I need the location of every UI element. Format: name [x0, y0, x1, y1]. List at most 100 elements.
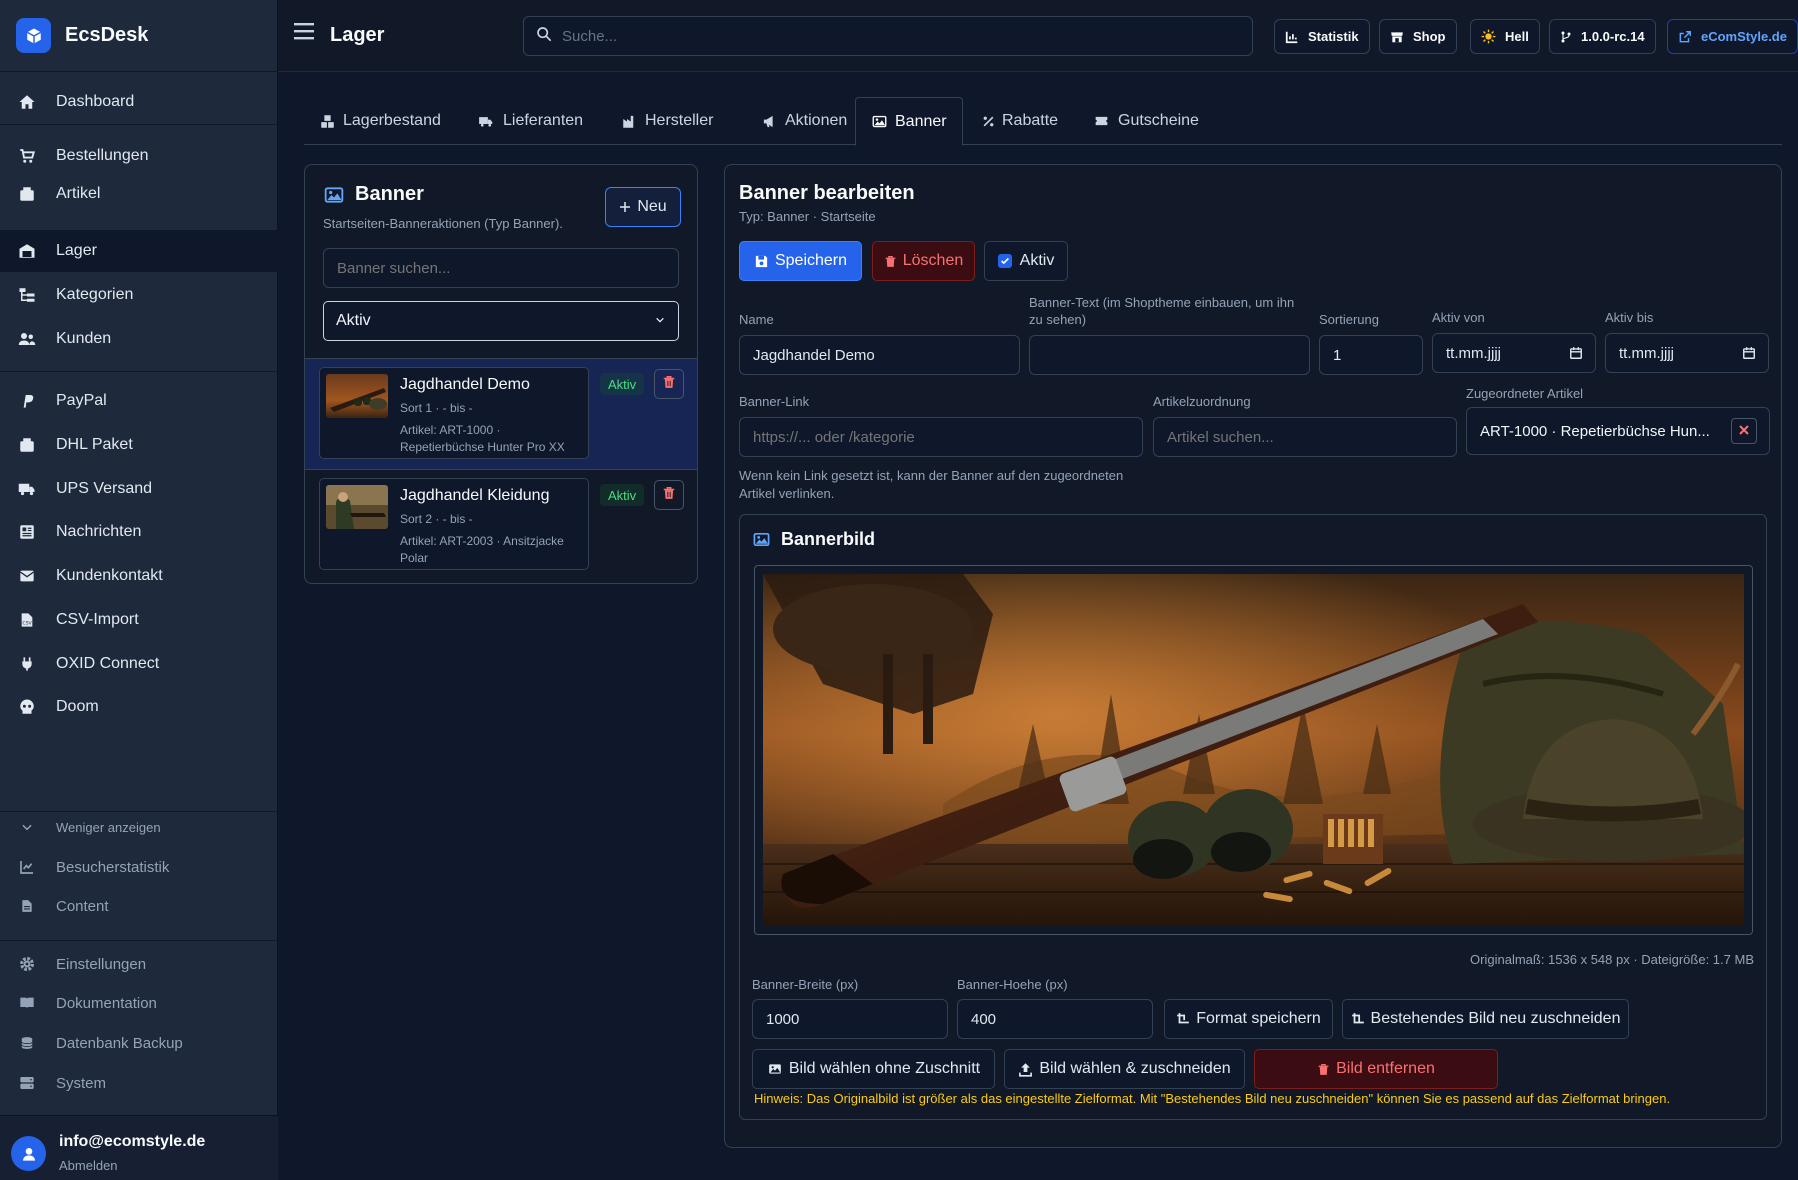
tab-banner[interactable]: Banner — [855, 97, 963, 146]
file-icon — [17, 896, 37, 916]
tab-lieferanten[interactable]: Lieferanten — [461, 97, 598, 145]
banner-text-field[interactable] — [1029, 335, 1310, 375]
shop-button[interactable]: Shop — [1379, 19, 1457, 54]
link-hint: Wenn kein Link gesetzt ist, kann der Ban… — [739, 468, 1124, 501]
calendar-icon[interactable] — [1569, 346, 1583, 364]
sidebar-item-artikel[interactable]: Artikel — [0, 173, 278, 215]
choose-image-crop-button[interactable]: Bild wählen & zuschneiden — [1004, 1049, 1245, 1089]
list-item[interactable]: Jagdhandel Kleidung Sort 2 · - bis - Art… — [305, 470, 697, 580]
banner-link-input[interactable] — [739, 417, 1143, 457]
sidebar-item-kunden[interactable]: Kunden — [0, 318, 278, 360]
sidebar-item-lager[interactable]: Lager — [0, 230, 278, 272]
csv-file-icon: CSV — [17, 610, 37, 630]
sidebar-item-oxid-connect[interactable]: OXID Connect — [0, 643, 278, 685]
avatar[interactable] — [11, 1136, 46, 1171]
tab-aktionen[interactable]: Aktionen — [746, 97, 862, 145]
sidebar-item-ups-versand[interactable]: UPS Versand — [0, 468, 278, 510]
toggle-more-button[interactable]: Weniger anzeigen — [0, 806, 278, 848]
hamburger-menu-icon[interactable] — [294, 22, 316, 44]
sidebar-item-besucherstatistik[interactable]: Besucherstatistik — [0, 846, 278, 888]
megaphone-icon — [761, 114, 778, 129]
sidebar-item-dhl-paket[interactable]: DHL Paket — [0, 424, 278, 466]
tab-rabatte[interactable]: Rabatte — [967, 97, 1073, 145]
version-button[interactable]: 1.0.0-rc.14 — [1549, 19, 1656, 54]
statistik-button[interactable]: Statistik — [1274, 19, 1370, 54]
sidebar-item-doom[interactable]: Doom — [0, 686, 278, 728]
sidebar-item-nachrichten[interactable]: Nachrichten — [0, 511, 278, 553]
sidebar-item-einstellungen[interactable]: Einstellungen — [0, 943, 278, 985]
banner-item-title: Jagdhandel Demo — [400, 376, 530, 393]
delete-label: Löschen — [902, 252, 964, 269]
user-box: info@ecomstyle.de Abmelden — [0, 1115, 278, 1180]
calendar-icon[interactable] — [1742, 346, 1756, 364]
remove-image-button[interactable]: Bild entfernen — [1254, 1049, 1498, 1089]
banner-card[interactable]: Jagdhandel Demo Sort 1 · - bis - Artikel… — [319, 367, 589, 459]
sidebar-item-kundenkontakt[interactable]: Kundenkontakt — [0, 555, 278, 597]
sort-field[interactable]: 1 — [1319, 335, 1423, 375]
banner-image — [763, 574, 1753, 926]
banner-card[interactable]: Jagdhandel Kleidung Sort 2 · - bis - Art… — [319, 478, 589, 570]
save-format-button[interactable]: Format speichern — [1164, 999, 1333, 1039]
ecomstyle-link-button[interactable]: eComStyle.de — [1667, 19, 1798, 54]
new-banner-button[interactable]: Neu — [605, 187, 681, 227]
banner-image-title: Bannerbild — [781, 529, 876, 549]
boxes-icon — [319, 114, 336, 129]
sidebar-item-dashboard[interactable]: Dashboard — [0, 81, 278, 123]
assigned-article-value: ART-1000 · Repetierbüchse Hun... — [1480, 422, 1710, 440]
delete-banner-button[interactable] — [654, 369, 684, 399]
remove-assignment-button[interactable] — [1731, 418, 1757, 444]
sidebar-item-dokumentation[interactable]: Dokumentation — [0, 982, 278, 1024]
sidebar-item-system[interactable]: System — [0, 1062, 278, 1104]
save-label: Speichern — [774, 252, 848, 269]
remove-image-label: Bild entfernen — [1336, 1060, 1435, 1077]
server-icon — [17, 1073, 37, 1093]
chevron-down-icon — [17, 817, 37, 837]
choose-image-nocrop-button[interactable]: Bild wählen ohne Zuschnitt — [752, 1049, 995, 1089]
sidebar-item-csv-import[interactable]: CSV CSV-Import — [0, 599, 278, 641]
banner-width-field[interactable]: 1000 — [752, 999, 948, 1039]
tab-hersteller[interactable]: Hersteller — [606, 97, 728, 145]
external-link-icon — [1678, 30, 1692, 44]
image-icon — [871, 114, 888, 129]
recrop-button[interactable]: Bestehendes Bild neu zuschneiden — [1342, 999, 1629, 1039]
theme-toggle-button[interactable]: Hell — [1470, 19, 1540, 54]
article-search-input[interactable] — [1153, 417, 1457, 457]
delete-banner-button[interactable] — [654, 480, 684, 510]
logout-link[interactable]: Abmelden — [59, 1158, 118, 1173]
tab-lagerbestand[interactable]: Lagerbestand — [304, 97, 456, 145]
sidebar-item-paypal[interactable]: PayPal — [0, 380, 278, 422]
sidebar-item-label: OXID Connect — [56, 655, 160, 672]
sidebar-item-bestellungen[interactable]: Bestellungen — [0, 135, 278, 177]
banner-search-input[interactable] — [323, 248, 679, 288]
delete-button[interactable]: Löschen — [872, 241, 975, 281]
skull-icon — [17, 697, 37, 717]
sidebar-item-label: Doom — [56, 698, 99, 715]
list-item[interactable]: Jagdhandel Demo Sort 1 · - bis - Artikel… — [305, 359, 697, 469]
search-input[interactable] — [562, 27, 1212, 45]
banner-height-field[interactable]: 400 — [957, 999, 1153, 1039]
active-to-label: Aktiv bis — [1605, 310, 1654, 325]
editor-title: Banner bearbeiten — [739, 182, 915, 204]
name-field[interactable]: Jagdhandel Demo — [739, 335, 1020, 375]
banner-list-subtitle: Startseiten-Banneraktionen (Typ Banner). — [323, 216, 563, 231]
book-icon — [17, 993, 37, 1013]
active-from-date[interactable]: tt.mm.jjjj — [1432, 333, 1596, 373]
sidebar-item-kategorien[interactable]: Kategorien — [0, 274, 278, 316]
sidebar-item-content[interactable]: Content — [0, 885, 278, 927]
original-size-info: Originalmaß: 1536 x 548 px · Dateigröße:… — [1470, 952, 1754, 967]
active-checkbox[interactable]: Aktiv — [984, 241, 1068, 281]
global-search — [523, 16, 1253, 56]
banner-status-filter[interactable]: Aktiv — [323, 301, 679, 341]
svg-text:CSV: CSV — [22, 621, 32, 627]
warehouse-icon — [17, 241, 37, 261]
save-button[interactable]: Speichern — [739, 241, 862, 281]
crop-warning: Hinweis: Das Originalbild ist größer als… — [754, 1091, 1671, 1106]
sidebar-item-datenbank-backup[interactable]: Datenbank Backup — [0, 1022, 278, 1064]
brand[interactable]: EcsDesk — [0, 0, 277, 72]
sidebar-item-label: DHL Paket — [56, 436, 133, 453]
image-icon — [767, 1062, 783, 1076]
sort-value: 1 — [1333, 346, 1342, 364]
editor-subtitle: Typ: Banner · Startseite — [739, 209, 876, 224]
tab-gutscheine[interactable]: Gutscheine — [1077, 97, 1214, 145]
active-to-date[interactable]: tt.mm.jjjj — [1605, 333, 1769, 373]
